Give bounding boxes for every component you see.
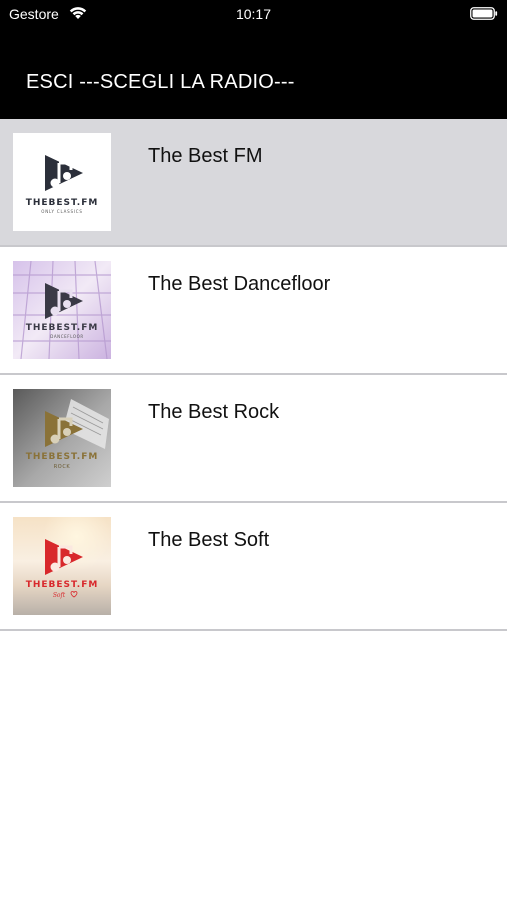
svg-text:THEBEST.FM: THEBEST.FM [26, 580, 99, 590]
navigation-bar: ESCI ---SCEGLI LA RADIO--- [0, 30, 507, 119]
station-logo-the-best-dancefloor: THEBEST.FM DANCEFLOOR [13, 261, 111, 359]
station-row-the-best-dancefloor[interactable]: THEBEST.FM DANCEFLOOR The Best Dancefloo… [0, 247, 507, 375]
station-name: The Best Rock [148, 401, 280, 423]
battery-icon [470, 7, 498, 20]
station-logo-the-best-soft: THEBEST.FM Soft [13, 517, 111, 615]
clock: 10:17 [235, 6, 272, 22]
station-name: The Best Dancefloor [148, 273, 331, 295]
svg-text:THEBEST.FM: THEBEST.FM [26, 323, 99, 333]
station-name: The Best Soft [148, 529, 270, 551]
svg-text:DANCEFLOOR: DANCEFLOOR [50, 334, 84, 339]
station-logo-the-best-rock: THEBEST.FM ROCK [13, 389, 111, 487]
station-name: The Best FM [148, 145, 263, 167]
station-list: THEBEST.FM ONLY CLASSICS The Best FM THE… [0, 119, 507, 631]
status-bar: Gestore 10:17 [0, 0, 507, 30]
station-row-the-best-rock[interactable]: THEBEST.FM ROCK The Best Rock [0, 375, 507, 503]
svg-text:THEBEST.FM: THEBEST.FM [26, 452, 99, 462]
svg-text:Soft: Soft [53, 592, 66, 599]
station-row-the-best-soft[interactable]: THEBEST.FM Soft The Best Soft [0, 503, 507, 631]
station-logo-the-best-fm: THEBEST.FM ONLY CLASSICS [13, 133, 111, 231]
station-row-the-best-fm[interactable]: THEBEST.FM ONLY CLASSICS The Best FM [0, 119, 507, 247]
svg-text:THEBEST.FM: THEBEST.FM [26, 198, 99, 208]
nav-title-exit-button[interactable]: ESCI ---SCEGLI LA RADIO--- [26, 71, 295, 94]
svg-text:ONLY CLASSICS: ONLY CLASSICS [41, 209, 82, 214]
svg-text:ROCK: ROCK [54, 464, 71, 470]
